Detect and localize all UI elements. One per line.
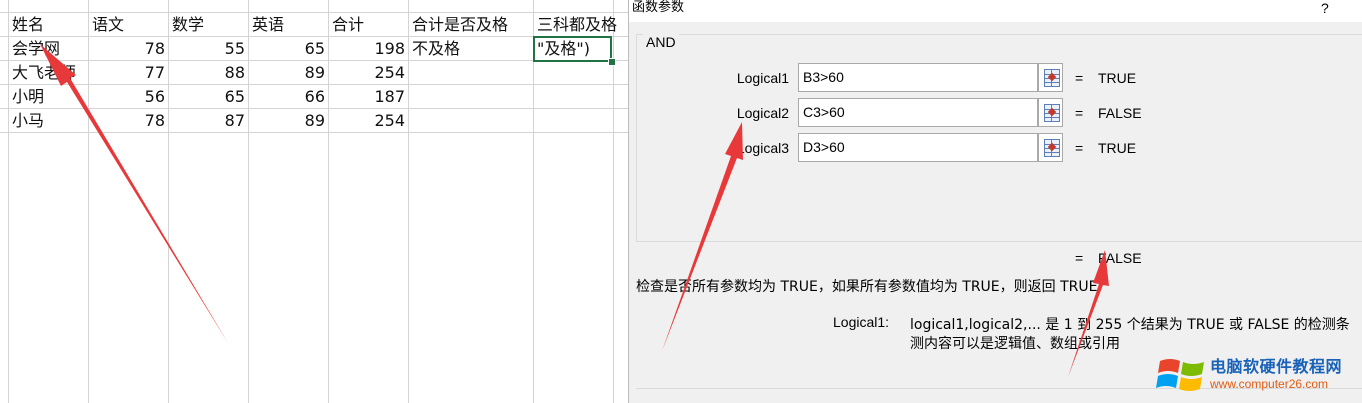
cell-english[interactable]: 89 bbox=[249, 60, 328, 84]
equals-sign: = bbox=[1075, 70, 1084, 86]
active-cell-border bbox=[533, 36, 612, 62]
cell-chinese[interactable]: 77 bbox=[89, 60, 168, 84]
equals-sign: = bbox=[1075, 250, 1084, 266]
logical2-input[interactable]: C3>60 bbox=[798, 98, 1038, 127]
cell-chinese[interactable]: 56 bbox=[89, 84, 168, 108]
cell-chinese[interactable]: 78 bbox=[89, 36, 168, 60]
header-cell-name[interactable]: 姓名 bbox=[9, 12, 88, 36]
header-cell-pass-all[interactable]: 三科都及格 bbox=[534, 12, 628, 36]
windows-logo-icon bbox=[1156, 359, 1204, 391]
header-cell-total[interactable]: 合计 bbox=[329, 12, 408, 36]
cell-total[interactable]: 187 bbox=[329, 84, 408, 108]
site-watermark: 电脑软硬件教程网 www.computer26.com bbox=[1152, 351, 1362, 403]
cell-name[interactable]: 会学网 bbox=[9, 36, 88, 60]
arg-label-logical3: Logical3 bbox=[736, 140, 789, 156]
fill-handle[interactable] bbox=[608, 58, 616, 66]
arg-result: TRUE bbox=[1098, 140, 1137, 156]
collapse-dialog-button[interactable] bbox=[1038, 63, 1063, 92]
logical3-input[interactable]: D3>60 bbox=[798, 133, 1038, 162]
formula-result: FALSE bbox=[1098, 250, 1142, 266]
arg-help-name: Logical1: bbox=[833, 314, 890, 330]
header-cell-chinese[interactable]: 语文 bbox=[89, 12, 168, 36]
cell-total[interactable]: 254 bbox=[329, 108, 408, 132]
header-cell-pass-total[interactable]: 合计是否及格 bbox=[409, 12, 533, 36]
equals-sign: = bbox=[1075, 105, 1084, 121]
cell-total[interactable]: 254 bbox=[329, 60, 408, 84]
header-cell-english[interactable]: 英语 bbox=[249, 12, 328, 36]
cell-name[interactable]: 小马 bbox=[9, 108, 88, 132]
arg-label-logical1: Logical1 bbox=[736, 70, 789, 86]
dialog-titlebar[interactable]: 函数参数 ? bbox=[629, 0, 1362, 22]
grid-line bbox=[0, 132, 628, 133]
collapse-dialog-button[interactable] bbox=[1038, 133, 1063, 162]
cell-math[interactable]: 65 bbox=[169, 84, 248, 108]
arg-result: FALSE bbox=[1098, 105, 1142, 121]
function-arguments-dialog: 函数参数 ? AND Logical1 B3>60 = TRUE Logical… bbox=[628, 0, 1362, 403]
cell-math[interactable]: 88 bbox=[169, 60, 248, 84]
cell-total[interactable]: 198 bbox=[329, 36, 408, 60]
function-name: AND bbox=[643, 34, 679, 50]
equals-sign: = bbox=[1075, 140, 1084, 156]
cell-chinese[interactable]: 78 bbox=[89, 108, 168, 132]
arg-label-logical2: Logical2 bbox=[736, 105, 789, 121]
spreadsheet-grid: 姓名 语文 数学 英语 合计 合计是否及格 三科都及格 会学网 78 55 65… bbox=[0, 0, 628, 403]
arg-result: TRUE bbox=[1098, 70, 1137, 86]
cell-english[interactable]: 65 bbox=[249, 36, 328, 60]
dialog-title: 函数参数 bbox=[632, 0, 685, 15]
arg-help-text-continued: 测内容可以是逻辑值、数组或引用 bbox=[910, 336, 1120, 352]
cell-pass-total[interactable]: 不及格 bbox=[409, 36, 533, 60]
cell-english[interactable]: 89 bbox=[249, 108, 328, 132]
help-button[interactable]: ? bbox=[1321, 0, 1329, 16]
header-cell-math[interactable]: 数学 bbox=[169, 12, 248, 36]
function-description: 检查是否所有参数均为 TRUE，如果所有参数值均为 TRUE，则返回 TRUE bbox=[636, 279, 1098, 295]
watermark-url: www.computer26.com bbox=[1210, 377, 1329, 391]
arg-help-text: logical1,logical2,... 是 1 到 255 个结果为 TRU… bbox=[910, 317, 1350, 333]
logical1-input[interactable]: B3>60 bbox=[798, 63, 1038, 92]
collapse-dialog-button[interactable] bbox=[1038, 98, 1063, 127]
cell-name[interactable]: 小明 bbox=[9, 84, 88, 108]
cell-math[interactable]: 87 bbox=[169, 108, 248, 132]
cell-english[interactable]: 66 bbox=[249, 84, 328, 108]
cell-math[interactable]: 55 bbox=[169, 36, 248, 60]
watermark-title: 电脑软硬件教程网 bbox=[1210, 357, 1343, 376]
cell-name[interactable]: 大飞老师 bbox=[9, 60, 88, 84]
